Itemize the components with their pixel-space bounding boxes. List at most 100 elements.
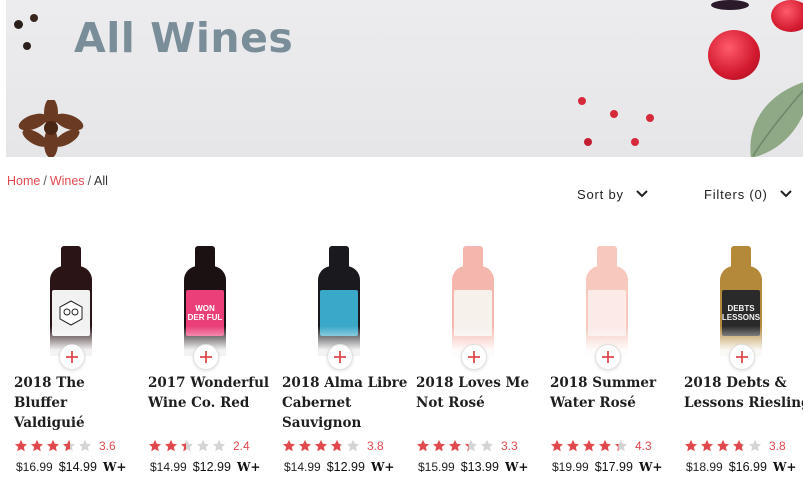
rating-value: 3.8 — [367, 439, 384, 453]
list-price: $15.99 — [418, 460, 455, 474]
product-card[interactable]: 2018 Loves Me Not Rosé 3.3 $15.99 $13.99… — [416, 240, 546, 495]
add-to-cart-button[interactable] — [327, 344, 353, 370]
member-badge: W+ — [370, 460, 395, 474]
bottle-image[interactable] — [550, 240, 660, 358]
product-name[interactable]: 2018 Loves Me Not Rosé — [416, 373, 544, 413]
sort-dropdown[interactable]: Sort by — [577, 186, 652, 202]
star-icon — [46, 439, 60, 452]
bottle-image[interactable]: DEBTS LESSONS — [684, 240, 794, 358]
product-name[interactable]: 2018 Summer Water Rosé — [550, 373, 678, 413]
rating: 3.6 — [14, 439, 116, 453]
star-icon — [180, 439, 194, 452]
bottle-image[interactable] — [416, 240, 526, 358]
star-icon — [30, 439, 44, 452]
bottle-image[interactable]: WON DER FUL — [148, 240, 258, 358]
add-to-cart-button[interactable] — [461, 344, 487, 370]
plus-icon — [602, 351, 614, 363]
star-icon — [62, 439, 76, 452]
rating-value: 3.6 — [99, 439, 116, 453]
filters-dropdown[interactable]: Filters (0) — [704, 186, 796, 202]
plus-icon — [736, 351, 748, 363]
hero-banner: All Wines — [6, 0, 803, 157]
list-price: $14.99 — [150, 460, 187, 474]
member-badge: W+ — [504, 460, 529, 474]
price: $15.99 $13.99 W+ — [418, 460, 528, 474]
plus-icon — [66, 351, 78, 363]
member-badge: W+ — [772, 460, 797, 474]
breadcrumb-home-link[interactable]: Home — [7, 174, 40, 188]
rating: 4.3 — [550, 439, 652, 453]
star-icon — [748, 439, 762, 452]
add-to-cart-button[interactable] — [595, 344, 621, 370]
member-price: $12.99 — [326, 460, 365, 474]
product-card[interactable]: WON DER FUL 2017 Wonderful Wine Co. Red … — [148, 240, 278, 495]
price: $14.99 $12.99 W+ — [150, 460, 260, 474]
star-icon — [550, 439, 564, 452]
rating-value: 4.3 — [635, 439, 652, 453]
product-card[interactable]: 2018 The Bluffer Valdiguié 3.6 $16.99 $1… — [14, 240, 144, 495]
star-icon — [314, 439, 328, 452]
rating: 3.3 — [416, 439, 518, 453]
product-card[interactable]: DEBTS LESSONS 2018 Debts & Lessons Riesl… — [684, 240, 803, 495]
product-name[interactable]: 2017 Wonderful Wine Co. Red — [148, 373, 276, 413]
plus-icon — [468, 351, 480, 363]
star-icon — [164, 439, 178, 452]
bottle-image[interactable] — [14, 240, 124, 358]
star-icon — [196, 439, 210, 452]
plus-icon — [200, 351, 212, 363]
add-to-cart-button[interactable] — [59, 344, 85, 370]
star-icon — [346, 439, 360, 452]
star-icon — [566, 439, 580, 452]
member-price: $16.99 — [728, 460, 767, 474]
product-name[interactable]: 2018 Alma Libre Cabernet Sauvignon — [282, 373, 410, 433]
breadcrumb-wines-link[interactable]: Wines — [50, 174, 85, 188]
rating-value: 2.4 — [233, 439, 250, 453]
page-title: All Wines — [74, 14, 294, 62]
star-icon — [298, 439, 312, 452]
star-icon — [448, 439, 462, 452]
member-price: $14.99 — [58, 460, 97, 474]
product-grid: 2018 The Bluffer Valdiguié 3.6 $16.99 $1… — [0, 240, 803, 495]
star-icon — [212, 439, 226, 452]
star-icon — [614, 439, 628, 452]
member-badge: W+ — [102, 460, 127, 474]
member-badge: W+ — [638, 460, 663, 474]
rating: 3.8 — [282, 439, 384, 453]
star-icon — [416, 439, 430, 452]
price: $18.99 $16.99 W+ — [686, 460, 796, 474]
star-icon — [700, 439, 714, 452]
product-name[interactable]: 2018 The Bluffer Valdiguié — [14, 373, 142, 433]
member-price: $13.99 — [460, 460, 499, 474]
rating-value: 3.8 — [769, 439, 786, 453]
star-icon — [78, 439, 92, 452]
product-name[interactable]: 2018 Debts & Lessons Riesling — [684, 373, 803, 413]
plus-icon — [334, 351, 346, 363]
product-card[interactable]: 2018 Summer Water Rosé 4.3 $19.99 $17.99… — [550, 240, 680, 495]
product-card[interactable]: 2018 Alma Libre Cabernet Sauvignon 3.8 $… — [282, 240, 412, 495]
member-price: $17.99 — [594, 460, 633, 474]
price: $19.99 $17.99 W+ — [552, 460, 662, 474]
breadcrumb-separator: / — [43, 174, 47, 188]
breadcrumb-separator: / — [87, 174, 92, 188]
breadcrumb: Home / Wines / All — [7, 174, 108, 188]
star-icon — [14, 439, 28, 452]
rating: 2.4 — [148, 439, 250, 453]
list-price: $18.99 — [686, 460, 723, 474]
star-icon — [480, 439, 494, 452]
add-to-cart-button[interactable] — [193, 344, 219, 370]
star-icon — [432, 439, 446, 452]
star-icon — [732, 439, 746, 452]
filters-label: Filters (0) — [704, 186, 768, 202]
chevron-down-icon — [776, 186, 796, 202]
star-icon — [148, 439, 162, 452]
star-icon — [282, 439, 296, 452]
star-icon — [598, 439, 612, 452]
list-price: $14.99 — [284, 460, 321, 474]
member-price: $12.99 — [192, 460, 231, 474]
member-badge: W+ — [236, 460, 261, 474]
bottle-image[interactable] — [282, 240, 392, 358]
price: $16.99 $14.99 W+ — [16, 460, 126, 474]
list-price: $19.99 — [552, 460, 589, 474]
add-to-cart-button[interactable] — [729, 344, 755, 370]
star-icon — [684, 439, 698, 452]
